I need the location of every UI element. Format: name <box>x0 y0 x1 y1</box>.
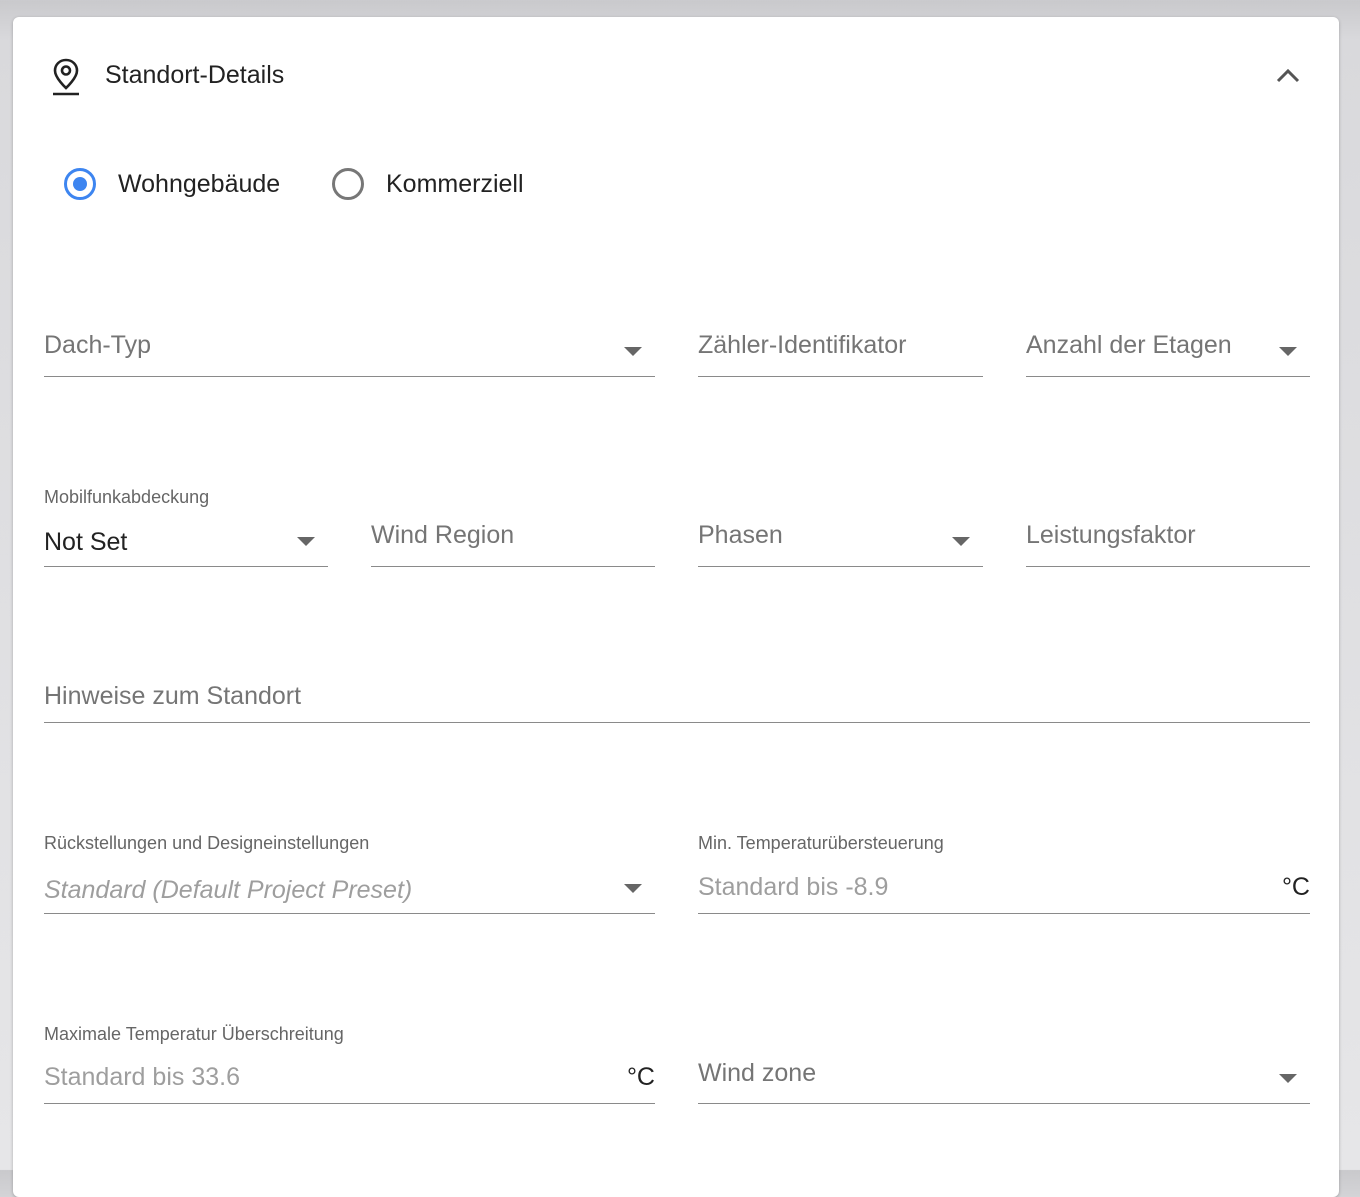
power-factor-placeholder: Leistungsfaktor <box>1026 521 1196 549</box>
wind-zone-select[interactable]: Wind zone <box>698 1049 1310 1104</box>
setbacks-value: Standard (Default Project Preset) <box>44 876 413 904</box>
cell-coverage-label: Mobilfunkabdeckung <box>44 487 210 507</box>
cell-coverage-value: Not Set <box>44 528 128 556</box>
cell-coverage-select[interactable]: Not Set <box>44 513 328 567</box>
meter-id-input[interactable]: Zähler-Identifikator <box>698 323 983 377</box>
roof-type-caret-icon <box>624 347 642 356</box>
phases-caret-icon <box>952 537 970 546</box>
min-temp-placeholder: Standard bis -8.9 <box>698 873 889 901</box>
meter-id-placeholder: Zähler-Identifikator <box>698 331 907 359</box>
cell-coverage-caret-icon <box>297 537 315 546</box>
chevron-up-icon[interactable] <box>1273 63 1303 89</box>
wind-zone-placeholder: Wind zone <box>698 1059 817 1087</box>
max-temp-placeholder: Standard bis 33.6 <box>44 1063 240 1091</box>
section-title: Standort-Details <box>105 61 285 89</box>
floors-placeholder: Anzahl der Etagen <box>1026 331 1232 359</box>
site-notes-placeholder: Hinweise zum Standort <box>44 682 302 710</box>
roof-type-select[interactable]: Dach-Typ <box>44 323 655 377</box>
setbacks-select[interactable]: Standard (Default Project Preset) <box>44 859 655 914</box>
radio-commercial-label: Kommerziell <box>386 169 524 198</box>
min-temp-unit: °C <box>1281 873 1310 901</box>
wind-region-placeholder: Wind Region <box>371 521 515 549</box>
min-temp-input[interactable]: Standard bis -8.9 °C <box>698 859 1310 914</box>
radio-residential-indicator[interactable] <box>64 168 96 200</box>
radio-residential-label: Wohngebäude <box>118 169 281 198</box>
location-pin-icon <box>53 58 79 96</box>
roof-type-placeholder: Dach-Typ <box>44 331 151 359</box>
floors-select[interactable]: Anzahl der Etagen <box>1026 323 1310 377</box>
setbacks-caret-icon <box>624 884 642 893</box>
wind-region-input[interactable]: Wind Region <box>371 513 655 567</box>
site-details-card: Standort-Details Wohngebäude Kommerziell… <box>13 17 1339 1197</box>
max-temp-unit: °C <box>626 1063 655 1091</box>
radio-residential[interactable]: Wohngebäude <box>64 168 280 200</box>
max-temp-input[interactable]: Standard bis 33.6 °C <box>44 1049 655 1104</box>
power-factor-input[interactable]: Leistungsfaktor <box>1026 513 1310 567</box>
site-notes-input[interactable]: Hinweise zum Standort <box>44 673 1310 723</box>
min-temp-label: Min. Temperaturübersteuerung <box>698 833 944 853</box>
setbacks-label: Rückstellungen und Designeinstellungen <box>44 833 370 853</box>
radio-commercial-indicator[interactable] <box>332 168 364 200</box>
floors-caret-icon <box>1279 347 1297 356</box>
phases-select[interactable]: Phasen <box>698 513 983 567</box>
phases-placeholder: Phasen <box>698 521 783 549</box>
max-temp-label: Maximale Temperatur Überschreitung <box>44 1024 344 1044</box>
radio-commercial[interactable]: Kommerziell <box>332 168 524 200</box>
wind-zone-caret-icon <box>1279 1074 1297 1083</box>
